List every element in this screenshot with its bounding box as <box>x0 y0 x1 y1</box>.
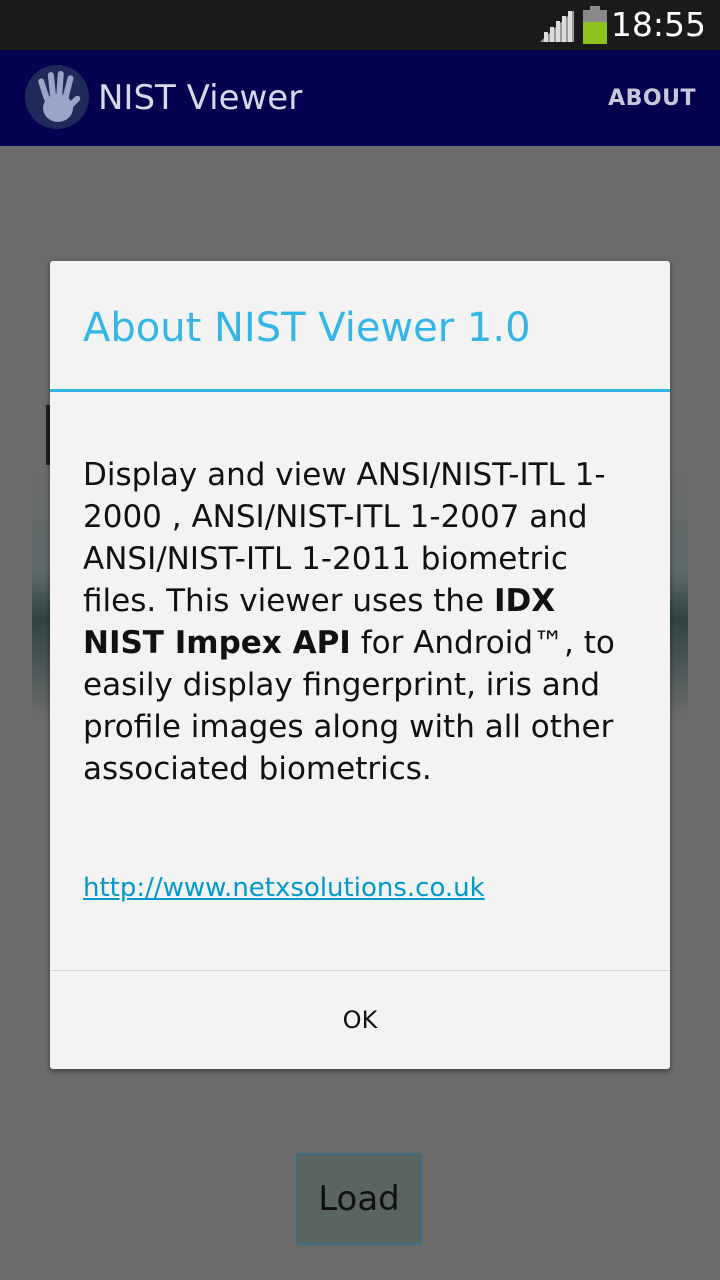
dialog-title-divider <box>50 389 670 392</box>
about-button[interactable]: ABOUT <box>608 84 696 114</box>
battery-icon <box>583 6 607 44</box>
status-clock: 18:55 <box>610 5 706 44</box>
status-bar: 18:55 <box>0 0 720 50</box>
app-title: NIST Viewer <box>98 78 303 118</box>
dialog-title: About NIST Viewer 1.0 <box>83 305 531 351</box>
dialog-message: Display and view ANSI/NIST-ITL 1-2000 , … <box>83 454 639 790</box>
action-bar: NIST Viewer ABOUT <box>0 50 720 146</box>
hand-print-icon <box>25 65 89 129</box>
signal-icon <box>540 10 574 42</box>
website-link[interactable]: http://www.netxsolutions.co.uk <box>83 871 485 905</box>
load-button[interactable]: Load <box>296 1153 422 1245</box>
ok-button[interactable]: OK <box>50 971 670 1069</box>
about-dialog: About NIST Viewer 1.0 Display and view A… <box>50 261 670 1069</box>
